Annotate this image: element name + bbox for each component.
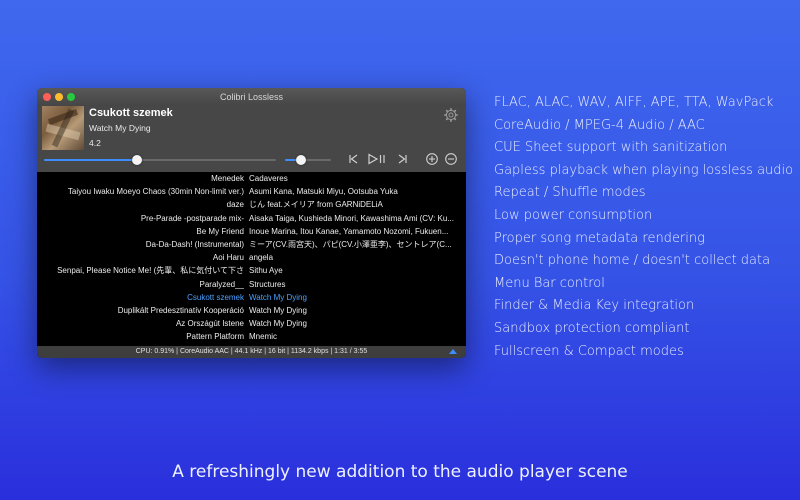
chevron-up-icon[interactable] xyxy=(449,349,457,354)
track-title: Pre-Parade -postparade mix- xyxy=(140,213,244,223)
close-window-button[interactable] xyxy=(43,93,51,101)
track-artist: じん feat.メイリア from GARNiDELiA xyxy=(249,200,383,210)
album-artwork xyxy=(42,106,84,150)
track-artist: angela xyxy=(249,253,274,263)
minimize-window-button[interactable] xyxy=(55,93,63,101)
feature-item: Fullscreen & Compact modes xyxy=(494,343,684,359)
track-title: Paralyzed__ xyxy=(199,279,244,289)
gear-icon[interactable] xyxy=(444,108,458,122)
track-artist: Watch My Dying xyxy=(249,305,307,315)
playlist-row[interactable]: Menedek Cadaveres xyxy=(37,172,466,185)
playlist-row[interactable]: Da-Da-Dash! (Instrumental) ミーア(CV.雨宮天)、パピ… xyxy=(37,238,466,251)
playlist-row[interactable]: Aoi Haru angela xyxy=(37,251,466,264)
title-bar[interactable]: Colibri Lossless xyxy=(37,88,466,106)
now-playing-title: Csukott szemek xyxy=(89,107,173,119)
track-title: Senpai, Please Notice Me! (先輩、私に気付いて下さ xyxy=(57,266,244,276)
feature-item: Doesn't phone home / doesn't collect dat… xyxy=(494,253,771,269)
playlist-row[interactable]: Az Országút Istene Watch My Dying xyxy=(37,317,466,330)
status-text: CPU: 0.91% | CoreAudio AAC | 44.1 kHz | … xyxy=(135,348,368,355)
feature-item: Proper song metadata rendering xyxy=(494,230,705,246)
now-playing-artist: Watch My Dying xyxy=(89,123,151,133)
playlist-row[interactable]: Senpai, Please Notice Me! (先輩、私に気付いて下さ Si… xyxy=(37,264,466,277)
track-artist: Watch My Dying xyxy=(249,292,307,302)
track-artist: Aisaka Taiga, Kushieda Minori, Kawashima… xyxy=(249,213,454,223)
playlist-row[interactable]: Duplikált Predesztinatív Kooperáció Watch… xyxy=(37,304,466,317)
tagline: A refreshingly new addition to the audio… xyxy=(172,462,628,482)
playlist-row[interactable]: Taiyou Iwaku Moeyo Chaos (30min Non-limi… xyxy=(37,185,466,198)
seek-slider[interactable] xyxy=(44,155,276,165)
track-title: Taiyou Iwaku Moeyo Chaos (30min Non-limi… xyxy=(67,187,244,197)
feature-item: CoreAudio / MPEG-4 Audio / AAC xyxy=(494,117,705,133)
seek-knob[interactable] xyxy=(131,155,142,165)
track-title: Da-Da-Dash! (Instrumental) xyxy=(145,239,244,249)
skip-next-icon[interactable] xyxy=(395,152,409,166)
track-artist: Sithu Aye xyxy=(249,266,283,276)
skip-previous-icon[interactable] xyxy=(347,152,361,166)
track-title: Csukott szemek xyxy=(187,292,244,302)
feature-item: Menu Bar control xyxy=(494,275,605,291)
plus-circle-icon[interactable] xyxy=(425,152,439,166)
status-bar: CPU: 0.91% | CoreAudio AAC | 44.1 kHz | … xyxy=(37,346,466,358)
window-title: Colibri Lossless xyxy=(219,92,284,102)
track-artist: Cadaveres xyxy=(249,174,288,183)
track-artist: ミーア(CV.雨宮天)、パピ(CV.小澤亜李)、セントレア(C... xyxy=(249,239,452,249)
track-title: Duplikált Predesztinatív Kooperáció xyxy=(117,305,244,315)
feature-item: Sandbox protection compliant xyxy=(494,320,690,336)
volume-slider[interactable] xyxy=(285,155,331,165)
track-title: daze xyxy=(226,200,244,210)
feature-list: FLAC, ALAC, WAV, AIFF, APE, TTA, WavPack… xyxy=(494,94,793,365)
now-playing-header: Csukott szemek Watch My Dying 4.2 xyxy=(37,106,466,172)
playlist: Menedek Cadaveres Taiyou Iwaku Moeyo Chaos… xyxy=(37,172,466,346)
play-pause-icon[interactable] xyxy=(366,152,388,166)
track-title: Az Országút Istene xyxy=(175,319,244,329)
track-title: Be My Friend xyxy=(196,226,244,236)
playlist-row[interactable]: Be My Friend Inoue Marina, Itou Kanae, Ya… xyxy=(37,225,466,238)
playlist-row[interactable]: daze じん feat.メイリア from GARNiDELiA xyxy=(37,198,466,211)
zoom-window-button[interactable] xyxy=(67,93,75,101)
feature-item: CUE Sheet support with sanitization xyxy=(494,140,728,156)
track-artist: Watch My Dying xyxy=(249,319,307,329)
track-artist: Asumi Kana, Matsuki Miyu, Ootsuba Yuka xyxy=(249,187,398,197)
feature-item: Repeat / Shuffle modes xyxy=(494,185,646,201)
volume-knob[interactable] xyxy=(296,155,307,165)
feature-item: Gapless playback when playing lossless a… xyxy=(494,162,794,178)
playlist-row[interactable]: Pre-Parade -postparade mix- Aisaka Taiga,… xyxy=(37,212,466,225)
track-title: Pattern Platform xyxy=(186,332,244,342)
track-artist: Inoue Marina, Itou Kanae, Yamamoto Nozom… xyxy=(249,226,449,236)
playlist-row[interactable]: Paralyzed__ Structures xyxy=(37,278,466,291)
track-title: Menedek xyxy=(211,174,244,183)
feature-item: Finder & Media Key integration xyxy=(494,298,695,314)
playlist-row[interactable]: Pattern Platform Mnemic xyxy=(37,330,466,343)
feature-item: Low power consumption xyxy=(494,207,653,223)
track-artist: Structures xyxy=(249,279,286,289)
track-artist: Mnemic xyxy=(249,332,278,342)
minus-circle-icon[interactable] xyxy=(444,152,458,166)
track-title: Aoi Haru xyxy=(212,253,244,263)
seek-progress xyxy=(44,159,137,161)
player-window: Colibri Lossless Csukott szemek Watch My… xyxy=(37,88,466,358)
playlist-row[interactable]: Csukott szemek Watch My Dying xyxy=(37,291,466,304)
now-playing-rating: 4.2 xyxy=(89,138,101,148)
feature-item: FLAC, ALAC, WAV, AIFF, APE, TTA, WavPack xyxy=(494,95,774,110)
